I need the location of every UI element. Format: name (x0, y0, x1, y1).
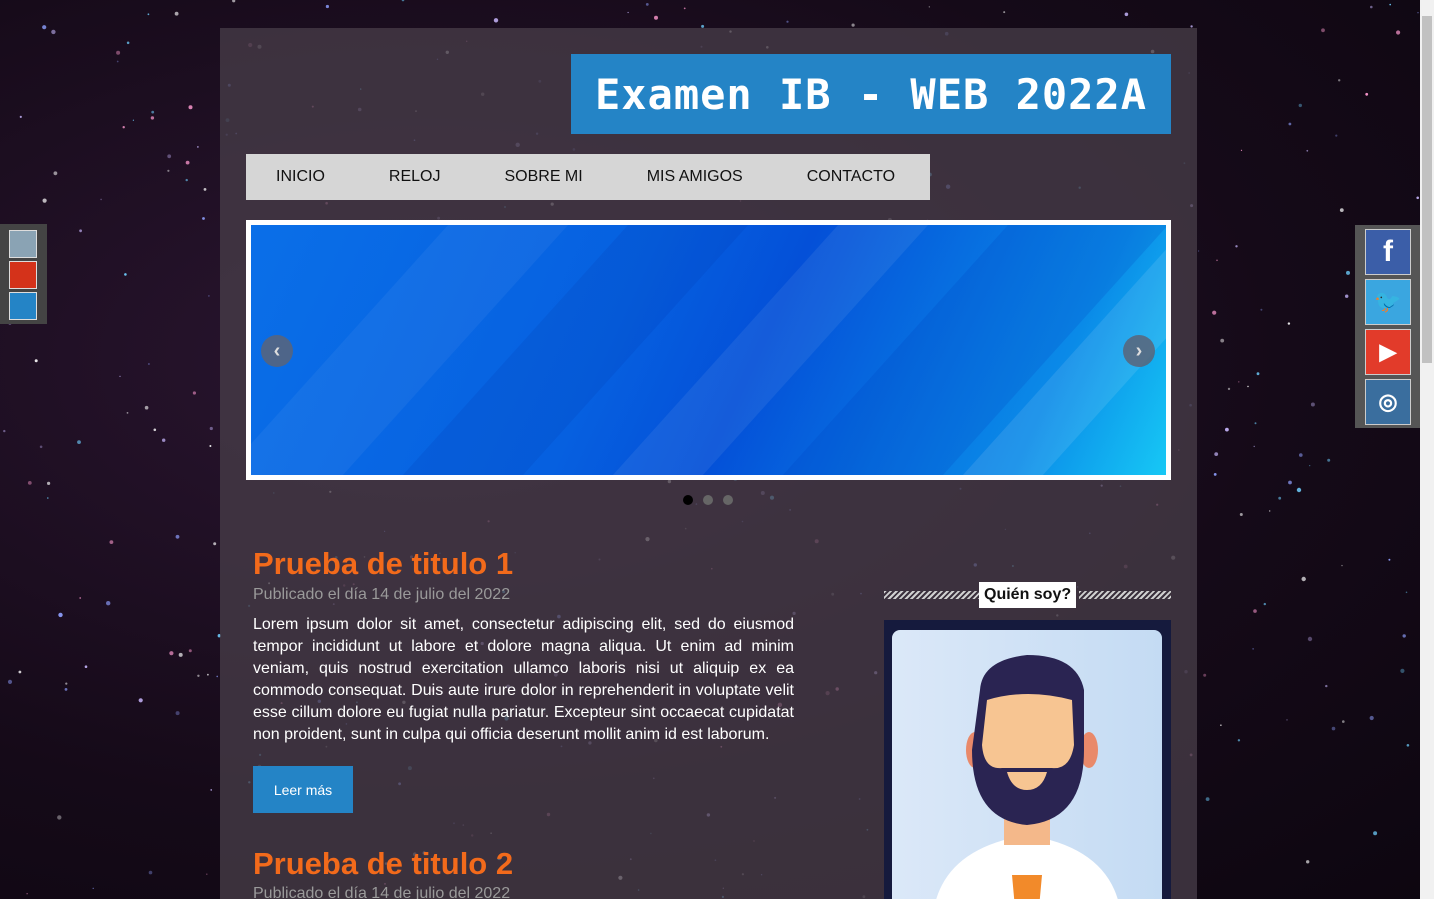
nav-item-reloj[interactable]: RELOJ (389, 168, 441, 186)
post-date: Publicado el día 14 de julio del 2022 (253, 885, 511, 899)
nav-item-sobre-mi[interactable]: SOBRE MI (504, 168, 582, 186)
color-swatch-gray[interactable] (9, 230, 37, 258)
scrollbar[interactable] (1420, 0, 1434, 899)
read-more-button[interactable]: Leer más (253, 766, 353, 813)
main-nav: INICIO RELOJ SOBRE MI MIS AMIGOS CONTACT… (246, 154, 930, 200)
color-swatch-red[interactable] (9, 261, 37, 289)
youtube-icon[interactable]: ▶ (1365, 329, 1411, 375)
sidebar-heading-label: Quién soy? (979, 582, 1077, 608)
slider-dot-2[interactable] (703, 495, 713, 505)
slider-dot-1[interactable] (683, 495, 693, 505)
site-title: Examen IB - WEB 2022A (594, 69, 1147, 119)
profile-card (884, 620, 1171, 899)
slider-next-button[interactable]: › (1123, 335, 1155, 367)
slider-dots (683, 495, 733, 505)
slider-prev-button[interactable]: ‹ (261, 335, 293, 367)
slider-dot-3[interactable] (723, 495, 733, 505)
image-slider: ‹ › (246, 220, 1171, 480)
site-header: Examen IB - WEB 2022A (571, 54, 1171, 134)
nav-item-inicio[interactable]: INICIO (276, 168, 325, 186)
sidebar-heading: Quién soy? (884, 582, 1171, 608)
post-date: Publicado el día 14 de julio del 2022 (253, 586, 511, 603)
instagram-icon[interactable]: ◎ (1365, 379, 1411, 425)
twitter-icon[interactable]: 🐦 (1365, 279, 1411, 325)
facebook-icon[interactable]: f (1365, 229, 1411, 275)
post-title[interactable]: Prueba de titulo 2 (253, 846, 513, 882)
nav-item-contacto[interactable]: CONTACTO (807, 168, 895, 186)
nav-item-mis-amigos[interactable]: MIS AMIGOS (647, 168, 743, 186)
avatar (892, 630, 1162, 899)
post-body: Lorem ipsum dolor sit amet, consectetur … (253, 616, 794, 743)
slide-image: ‹ › (251, 225, 1166, 475)
main-container: Examen IB - WEB 2022A INICIO RELOJ SOBRE… (220, 28, 1197, 899)
color-switcher (0, 224, 47, 324)
scrollbar-thumb[interactable] (1422, 16, 1432, 363)
post-title[interactable]: Prueba de titulo 1 (253, 546, 513, 582)
color-swatch-blue[interactable] (9, 292, 37, 320)
social-bar: f 🐦 ▶ ◎ (1355, 225, 1420, 428)
